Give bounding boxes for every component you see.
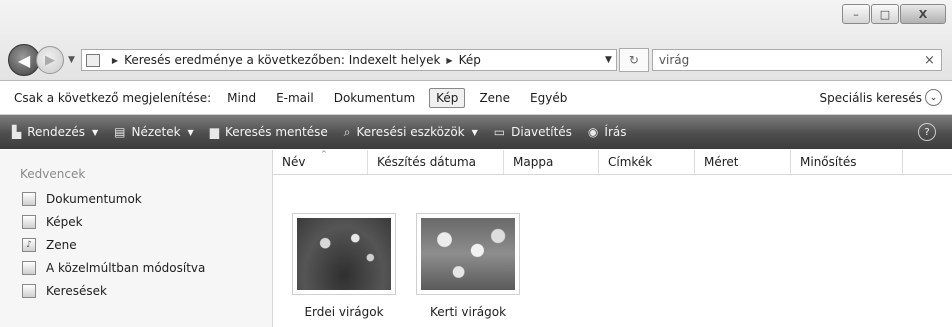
column-name[interactable]: ^ Név bbox=[273, 150, 368, 174]
search-input[interactable] bbox=[658, 53, 925, 67]
file-item[interactable]: Erdei virágok bbox=[289, 213, 399, 319]
search-tools-icon: ⌕ bbox=[343, 124, 351, 139]
column-rating[interactable]: Minősítés bbox=[791, 150, 903, 174]
sidebar-item-label: Képek bbox=[46, 214, 83, 229]
slideshow-button[interactable]: ▭ Diavetítés bbox=[494, 125, 572, 139]
slideshow-icon: ▭ bbox=[493, 125, 506, 139]
help-icon[interactable]: ? bbox=[918, 123, 936, 141]
views-icon: ▤ bbox=[114, 125, 126, 139]
dropdown-arrow-icon: ▼ bbox=[187, 127, 194, 137]
column-size[interactable]: Méret bbox=[695, 150, 791, 174]
close-button[interactable]: X bbox=[900, 4, 946, 24]
refresh-button[interactable]: ↻ bbox=[618, 48, 649, 72]
burn-icon: ◉ bbox=[587, 125, 599, 139]
file-name: Kerti virágok bbox=[429, 305, 507, 319]
chevron-down-icon: ⌄ bbox=[925, 89, 942, 106]
recent-pages-dropdown[interactable]: ▼ bbox=[68, 55, 75, 65]
views-button[interactable]: ▤ Nézetek ▼ bbox=[114, 125, 194, 139]
folder-icon bbox=[85, 53, 100, 67]
filter-picture[interactable]: Kép bbox=[429, 87, 466, 108]
organize-icon: ▙ bbox=[12, 125, 22, 139]
column-folder[interactable]: Mappa bbox=[504, 150, 599, 174]
music-icon: ♪ bbox=[22, 237, 36, 252]
sidebar-item-label: Dokumentumok bbox=[46, 191, 142, 206]
window-controls: – □ X bbox=[841, 4, 946, 24]
sidebar-item-label: Zene bbox=[46, 237, 77, 252]
filter-document[interactable]: Dokumentum bbox=[328, 89, 421, 107]
advanced-search-button[interactable]: Speciális keresés ⌄ bbox=[820, 89, 942, 106]
save-search-label: Keresés mentése bbox=[224, 125, 328, 139]
maximize-button[interactable]: □ bbox=[871, 4, 899, 24]
thumbnail-image bbox=[416, 213, 520, 295]
pictures-icon bbox=[22, 214, 36, 229]
column-label: Mappa bbox=[513, 155, 554, 169]
column-label: Név bbox=[282, 155, 306, 169]
documents-icon bbox=[22, 191, 36, 206]
burn-button[interactable]: ◉ Írás bbox=[588, 125, 627, 139]
search-filter-bar: Csak a következő megjelenítése: Mind E-m… bbox=[0, 81, 952, 115]
navigation-row: ◀ ▶ ▼ ▶ Keresés eredménye a következőben… bbox=[8, 44, 948, 76]
sidebar-item-searches[interactable]: Keresések bbox=[22, 279, 272, 302]
column-date-created[interactable]: Készítés dátuma bbox=[368, 150, 504, 174]
save-search-button[interactable]: ▆ Keresés mentése bbox=[210, 125, 328, 139]
sidebar-item-label: A közelmúltban módosítva bbox=[46, 260, 206, 275]
sidebar-item-documents[interactable]: Dokumentumok bbox=[22, 187, 272, 210]
search-box[interactable]: × bbox=[651, 49, 942, 71]
sidebar-item-recent[interactable]: A közelmúltban módosítva bbox=[22, 256, 272, 279]
filter-other[interactable]: Egyéb bbox=[524, 89, 573, 107]
search-tools-label: Keresési eszközök bbox=[356, 125, 465, 139]
dropdown-arrow-icon: ▼ bbox=[471, 127, 478, 137]
column-label: Minősítés bbox=[800, 155, 857, 169]
column-label: Készítés dátuma bbox=[377, 155, 477, 169]
sidebar-item-music[interactable]: ♪ Zene bbox=[22, 233, 272, 256]
views-label: Nézetek bbox=[131, 125, 181, 139]
column-tags[interactable]: Címkék bbox=[599, 150, 695, 174]
filter-email[interactable]: E-mail bbox=[270, 89, 320, 107]
clear-search-icon[interactable]: × bbox=[924, 53, 935, 68]
breadcrumb-picture[interactable]: Kép bbox=[459, 53, 481, 67]
dropdown-arrow-icon: ▼ bbox=[91, 127, 99, 137]
thumbnail-image bbox=[292, 213, 396, 295]
filter-label: Csak a következő megjelenítése: bbox=[14, 90, 212, 105]
slideshow-label: Diavetítés bbox=[511, 125, 572, 139]
recent-icon bbox=[22, 260, 36, 275]
favorites-heading: Kedvencek bbox=[20, 167, 86, 181]
explorer-window: – □ X ◀ ▶ ▼ ▶ Keresés eredménye a követk… bbox=[0, 0, 952, 327]
burn-label: Írás bbox=[604, 125, 627, 139]
searches-icon bbox=[22, 283, 36, 298]
organize-button[interactable]: ▙ Rendezés ▼ bbox=[12, 125, 98, 139]
forward-button[interactable]: ▶ bbox=[36, 46, 64, 74]
sidebar-item-pictures[interactable]: Képek bbox=[22, 210, 272, 233]
breadcrumb-separator-icon[interactable]: ▶ bbox=[446, 56, 452, 65]
search-tools-button[interactable]: ⌕ Keresési eszközök ▼ bbox=[344, 125, 478, 140]
file-name: Erdei virágok bbox=[304, 305, 384, 319]
minimize-button[interactable]: – bbox=[842, 4, 870, 24]
filter-all[interactable]: Mind bbox=[221, 89, 262, 107]
save-search-icon: ▆ bbox=[209, 125, 219, 139]
breadcrumb-separator-icon[interactable]: ▶ bbox=[112, 56, 118, 65]
organize-label: Rendezés bbox=[27, 125, 85, 139]
address-dropdown-icon[interactable]: ▼ bbox=[605, 55, 612, 65]
sidebar-item-label: Keresések bbox=[46, 283, 107, 298]
column-headers: ^ Név Készítés dátuma Mappa Címkék Méret… bbox=[273, 150, 952, 175]
file-grid: Erdei virágok Kerti virágok bbox=[273, 175, 952, 319]
navigation-pane: Kedvencek Dokumentumok Képek ♪ Zene A kö… bbox=[0, 150, 273, 327]
advanced-search-label: Speciális keresés bbox=[819, 90, 922, 105]
breadcrumb-search-results[interactable]: Keresés eredménye a következőben: Indexe… bbox=[124, 53, 440, 67]
file-item[interactable]: Kerti virágok bbox=[413, 213, 523, 319]
address-bar[interactable]: ▶ Keresés eredménye a következőben: Inde… bbox=[80, 49, 617, 71]
title-bar: – □ X ◀ ▶ ▼ ▶ Keresés eredménye a követk… bbox=[0, 0, 952, 81]
column-label: Méret bbox=[704, 155, 739, 169]
sort-ascending-icon: ^ bbox=[321, 150, 327, 158]
column-label: Címkék bbox=[608, 155, 653, 169]
command-toolbar: ▙ Rendezés ▼ ▤ Nézetek ▼ ▆ Keresés menté… bbox=[0, 115, 952, 149]
filter-music[interactable]: Zene bbox=[473, 89, 516, 107]
file-list-pane: ^ Név Készítés dátuma Mappa Címkék Méret… bbox=[273, 150, 952, 327]
